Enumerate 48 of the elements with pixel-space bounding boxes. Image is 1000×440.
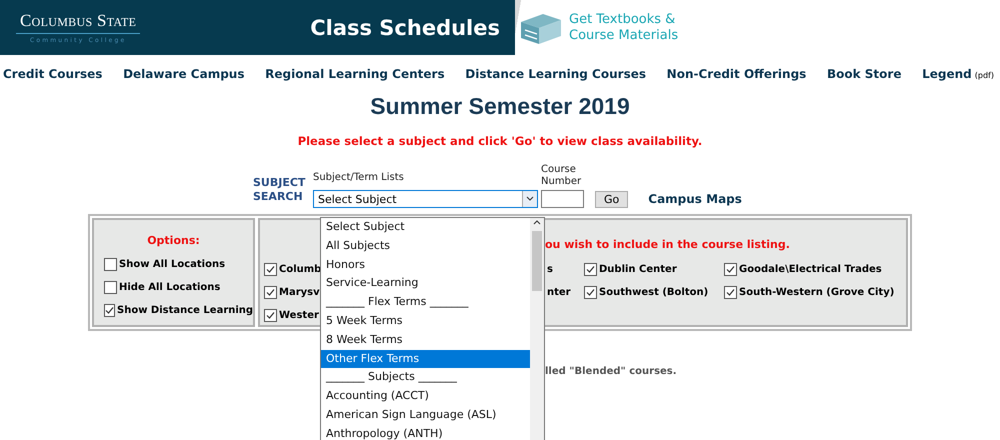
checkbox[interactable]: [104, 304, 115, 317]
checkbox-label: Show All Locations: [119, 259, 226, 270]
nav-link[interactable]: Regional Learning Centers: [265, 67, 445, 81]
dropdown-option[interactable]: Other Flex Terms: [321, 350, 530, 368]
semester-title: Summer Semester 2019: [369, 93, 631, 120]
go-button[interactable]: Go: [595, 191, 628, 208]
checkbox[interactable]: [584, 286, 597, 299]
checkbox[interactable]: [724, 263, 737, 276]
checkbox[interactable]: [724, 286, 737, 299]
page-heading: Class Schedules: [310, 16, 500, 40]
checkbox-label: Columb: [279, 264, 322, 275]
checkbox[interactable]: [264, 309, 277, 322]
info-note: lled "Blended" courses.: [545, 366, 678, 377]
checkbox-label: s: [547, 264, 553, 275]
course-number-field[interactable]: [541, 190, 584, 208]
checkbox[interactable]: [104, 258, 117, 271]
dropdown-caret-icon: [522, 191, 537, 207]
nav-link[interactable]: Delaware Campus: [123, 67, 244, 81]
checkbox-label: Goodale\Electrical Trades: [739, 264, 882, 275]
checkbox-label: Hide All Locations: [119, 282, 220, 293]
instruction-message: Please select a subject and click 'Go' to view class availability.: [296, 134, 704, 148]
locations-heading: ou wish to include in the course listing.: [545, 238, 791, 251]
checkbox-label: nter: [547, 287, 571, 298]
checkbox-label: South-Western (Grove City): [739, 287, 894, 298]
options-title: Options:: [146, 234, 201, 247]
checkbox-label: Dublin Center: [599, 264, 677, 275]
checkbox[interactable]: [104, 281, 117, 294]
subject-select[interactable]: Select Subject: [313, 190, 538, 208]
checkbox[interactable]: [264, 263, 277, 276]
nav-link[interactable]: Non-Credit Offerings: [666, 67, 806, 81]
nav-link[interactable]: Credit Courses: [3, 67, 102, 81]
campus-maps-link[interactable]: Campus Maps: [648, 192, 742, 206]
checkbox-label: Marysv: [279, 287, 320, 298]
checkbox-label: Show Distance Learning: [117, 305, 254, 316]
logo-name: Columbus State: [16, 11, 140, 34]
field-label: Course Number: [541, 164, 582, 188]
checkbox-label: Southwest (Bolton): [599, 287, 708, 298]
scrollbar[interactable]: [530, 218, 544, 440]
pdf-note: (pdf): [974, 71, 994, 80]
checkbox[interactable]: [584, 263, 597, 276]
checkbox[interactable]: [264, 286, 277, 299]
checkbox-label: Wester: [279, 310, 319, 321]
search-heading: SUBJECT SEARCH: [253, 176, 306, 204]
field-label: Subject/Term Lists: [313, 172, 405, 184]
nav-link[interactable]: Legend: [922, 67, 972, 81]
scrollbar-thumb[interactable]: [532, 231, 542, 291]
nav-link[interactable]: Distance Learning Courses: [465, 67, 646, 81]
nav-link[interactable]: Book Store: [826, 67, 902, 81]
